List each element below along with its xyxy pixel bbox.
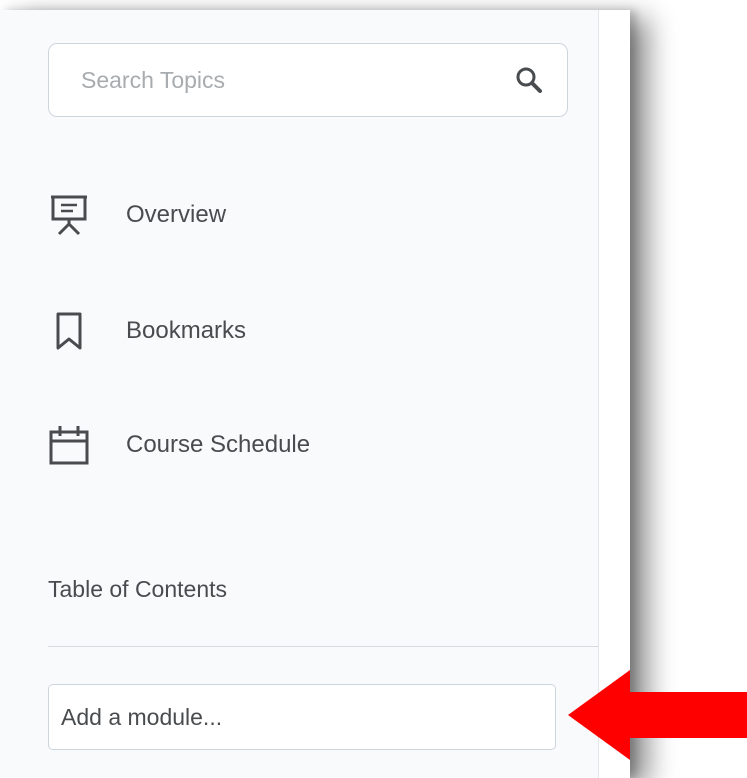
nav-item-bookmarks[interactable]: Bookmarks xyxy=(48,306,246,356)
nav-item-course-schedule[interactable]: Course Schedule xyxy=(48,420,310,470)
screenshot-canvas: Overview Bookmarks Course Schedule Ta xyxy=(0,0,747,778)
presentation-icon xyxy=(48,192,90,238)
table-of-contents-heading: Table of Contents xyxy=(48,576,228,602)
search-input[interactable] xyxy=(79,65,503,95)
nav-item-label: Course Schedule xyxy=(126,431,311,458)
calendar-icon xyxy=(48,422,90,468)
arrow-left-icon xyxy=(568,670,747,760)
nav-item-label: Overview xyxy=(126,201,227,228)
add-module-input[interactable] xyxy=(48,684,556,750)
nav-item-overview[interactable]: Overview xyxy=(48,190,226,240)
panel-edge-strip xyxy=(599,10,630,778)
content-sidebar-panel: Overview Bookmarks Course Schedule Ta xyxy=(0,10,630,778)
bookmark-icon xyxy=(48,308,90,354)
search-icon[interactable] xyxy=(513,64,545,96)
nav-item-label: Bookmarks xyxy=(126,317,247,344)
divider xyxy=(48,646,598,647)
search-topics-box[interactable] xyxy=(48,43,568,117)
